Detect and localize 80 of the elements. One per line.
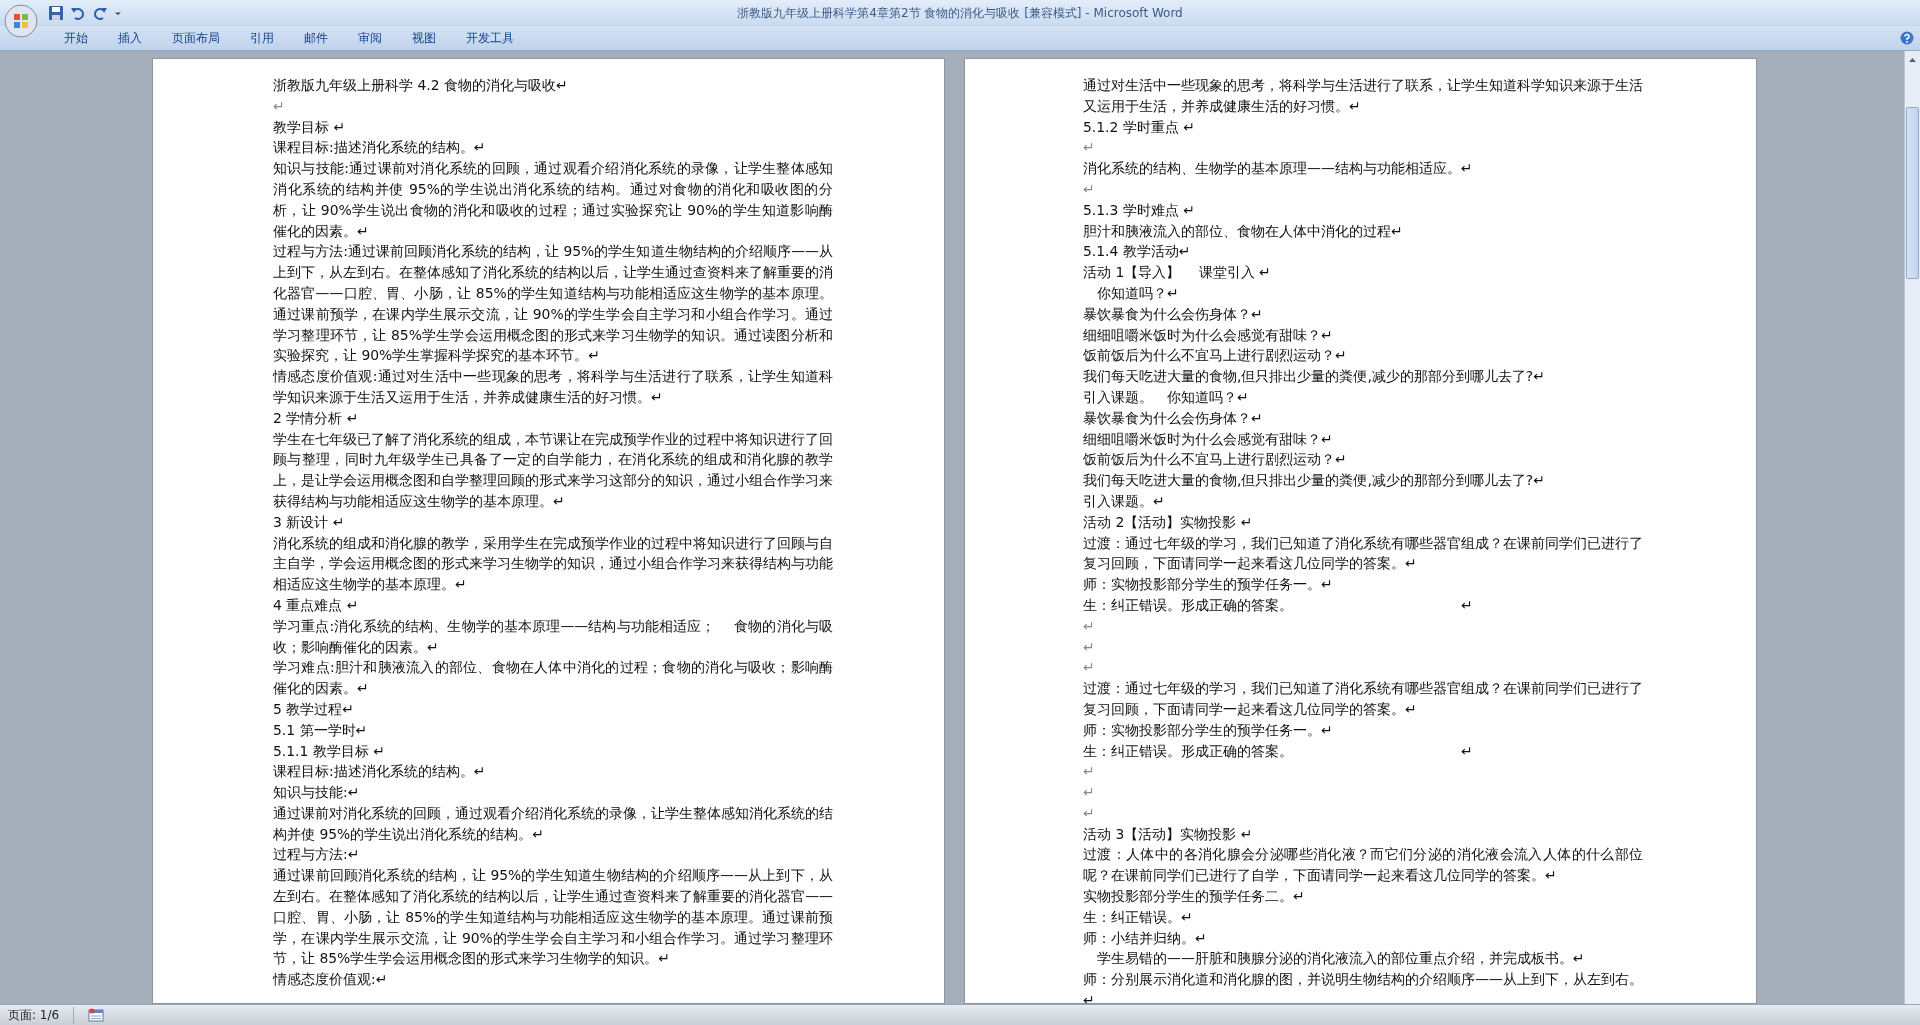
paragraph-text: 消化系统的结构、生物学的基本原理——结构与功能相适应。↵ (1083, 159, 1474, 179)
paragraph-text: 课程目标:描述消化系统的结构。↵ (273, 138, 487, 158)
paragraph-mark: ↵ (1083, 138, 1096, 158)
paragraph-text: 课程目标:描述消化系统的结构。↵ (273, 762, 487, 782)
paragraph-text: 知识与技能:↵ (273, 783, 361, 803)
ribbon-tab[interactable]: 开始 (52, 27, 100, 49)
paragraph-text: 暴饮暴食为什么会伤身体？↵ (1083, 408, 1264, 428)
paragraph-text: 5.1.4 教学活动↵ (1083, 242, 1192, 262)
paragraph-text: 过渡：通过七年级的学习，我们已知道了消化系统有哪些器官组成？在课前同学们已进行了复习回顾，下面请同学一起来看这几位同学的答案。↵ (1083, 533, 1643, 574)
document-icon[interactable] (88, 1008, 105, 1022)
paragraph-text: 暴饮暴食为什么会伤身体？↵ (1083, 304, 1264, 324)
paragraph-text: 实物投影部分学生的预学任务二。↵ (1083, 887, 1306, 907)
paragraph-text: 生：纠正错误。形成正确的答案。 ↵ (1083, 595, 1474, 615)
paragraph-text: 饭前饭后为什么不宜马上进行剧烈运动？↵ (1083, 346, 1348, 366)
paragraph-text: 通过对生活中一些现象的思考，将科学与生活进行了联系，让学生知道科学知识来源于生活又运用于生活，并养成健康生活的好习惯。↵ (1083, 76, 1643, 116)
ribbon-tab[interactable]: 视图 (400, 27, 448, 49)
undo-icon[interactable] (70, 5, 86, 21)
paragraph-text: 过渡：通过七年级的学习，我们已知道了消化系统有哪些器官组成？在课前同学们已进行了复习回顾，下面请同学一起来看这几位同学的答案。↵ (1083, 679, 1643, 719)
ribbon-tab[interactable]: 邮件 (292, 27, 340, 49)
paragraph-text: 5.1.2 学时重点 ↵ (1083, 117, 1196, 137)
paragraph-text: 过渡：人体中的各消化腺会分泌哪些消化液？而它们分泌的消化液会流入人体的什么部位呢？在课前同学们已进行了自学，下面请同学一起来看这几位同学的答案。↵ (1083, 845, 1643, 886)
page-indicator[interactable]: 页面: 1/6 (0, 1006, 75, 1024)
paragraph-text: 2 学情分析 ↵ (273, 408, 360, 428)
paragraph-text: 5.1.1 教学目标 ↵ (273, 741, 386, 761)
paragraph-text: 浙教版九年级上册科学 4.2 食物的消化与吸收↵ (273, 76, 569, 95)
paragraph-text: 生：纠正错误。↵ (1083, 907, 1194, 927)
ribbon-tab[interactable]: 审阅 (346, 27, 394, 49)
paragraph-mark: ↵ (273, 96, 286, 116)
paragraph-text: 活动 1【导入】 课堂引入 ↵ (1083, 263, 1272, 283)
paragraph-text: 情感态度价值观:通过对生活中一些现象的思考，将科学与生活进行了联系，让学生知道科学知识来源于生活又运用于生活，并养成健康生活的好习惯。↵ (273, 367, 833, 407)
scroll-thumb[interactable] (1906, 107, 1919, 279)
paragraph-text: 师：小结并归纳。↵ (1083, 928, 1208, 948)
paragraph-text: 3 新设计 ↵ (273, 512, 346, 532)
paragraph-text: 5.1 第一学时↵ (273, 720, 369, 740)
ribbon-tab[interactable]: 页面布局 (160, 27, 232, 49)
window-title: 浙教版九年级上册科学第4章第2节 食物的消化与吸收 [兼容模式] - Microsoft Word (737, 5, 1183, 20)
paragraph-text: 活动 2【活动】实物投影 ↵ (1083, 512, 1254, 532)
paragraph-text: 师：分别展示消化道和消化腺的图，并说明生物结构的介绍顺序——从上到下，从左到右。↵ (1083, 970, 1643, 1004)
paragraph-mark: ↵ (1083, 637, 1096, 657)
help-icon[interactable] (1900, 31, 1914, 45)
paragraph-text: 通过课前回顾消化系统的结构，让 95%的学生知道生物结构的介绍顺序——从上到下，从左到右。在整体感知了消化系统的结构以后，让学生通过查资料来了解重要的消化器官——口腔、胃、小肠，让 85%的学生知道结构与功能相适应这生物学的基本原理。通过课前预学，在课内学生展示交流，让 90%的学生学会自主学习和小组合作学习。通过学习整理环节，让 85%学生学会运用概念图的形式来学习生物学的知识。↵ (273, 866, 833, 969)
paragraph-text: 师：实物投影部分学生的预学任务一。↵ (1083, 575, 1334, 595)
paragraph-text: 知识与技能:通过课前对消化系统的回顾，通过观看介绍消化系统的录像，让学生整体感知消化系统的结构并使 95%的学生说出消化系统的结构。通过对食物的消化和吸收图的分析，让 90%学生说出食物的消化和吸收的过程；通过实验探究让 90%的学生知道影响酶催化的因素。↵ (273, 159, 833, 241)
paragraph-text: 学习难点:胆汁和胰液流入的部位、食物在人体中消化的过程；食物的消化与吸收；影响酶催化的因素。↵ (273, 658, 833, 699)
paragraph-text: 你知道吗？↵ (1096, 283, 1180, 303)
paragraph-text: 细细咀嚼米饭时为什么会感觉有甜味？↵ (1083, 429, 1334, 449)
redo-icon[interactable] (92, 5, 108, 21)
paragraph-text: 教学目标 ↵ (273, 117, 347, 137)
paragraph-text: 学生易错的——肝脏和胰腺分泌的消化液流入的部位重点介绍，并完成板书。↵ (1096, 949, 1586, 969)
paragraph-mark: ↵ (1083, 180, 1096, 199)
vertical-scrollbar[interactable] (1904, 51, 1920, 1004)
ribbon-tab[interactable]: 插入 (106, 27, 154, 49)
paragraph-text: 学生在七年级已了解了消化系统的组成，本节课让在完成预学作业的过程中将知识进行了回顾与整理，同时九年级学生已具备了一定的自学能力，在消化系统的组成和消化腺的教学上，是让学会运用概念图和自学整理回顾的形式来学习这部分的知识，通过小组合作学习来获得结构与功能相适应这生物学的基本原理。↵ (273, 429, 833, 511)
paragraph-text: 5.1.3 学时难点 ↵ (1083, 200, 1196, 220)
save-icon[interactable] (48, 5, 64, 21)
paragraph-text: 引入课题。 你知道吗？↵ (1083, 387, 1250, 407)
paragraph-text: 消化系统的组成和消化腺的教学，采用学生在完成预学作业的过程中将知识进行了回顾与自主自学，学会运用概念图的形式来学习生物学的知识，通过小组合作学习来获得结构与功能相适应这生物学的基本原理。↵ (273, 533, 833, 595)
paragraph-text: 过程与方法:通过课前回顾消化系统的结构，让 95%的学生知道生物结构的介绍顺序——从上到下，从左到右。在整体感知了消化系统的结构以后，让学生通过查资料来了解重要的消化器官——口腔、胃、小肠，让 85%的学生知道结构与功能相适应这生物学的基本原理。通过课前预学，在课内学生展示交流，让 90%的学生学会自主学习和小组合作学习。通过学习整理环节，让 85%学生学会运用概念图的形式来学习生物学的知识。通过读图分析和实验探究，让 90%学生掌握科学探究的基本环节。↵ (273, 242, 833, 366)
paragraph-mark: ↵ (1083, 616, 1096, 636)
paragraph-text: 学习重点:消化系统的结构、生物学的基本原理——结构与功能相适应； 食物的消化与吸收；影响酶催化的因素。↵ (273, 616, 833, 657)
paragraph-text: 4 重点难点 ↵ (273, 595, 360, 615)
paragraph-text: 细细咀嚼米饭时为什么会感觉有甜味？↵ (1083, 325, 1334, 345)
paragraph-text: 饭前饭后为什么不宜马上进行剧烈运动？↵ (1083, 450, 1348, 470)
paragraph-text: 我们每天吃进大量的食物,但只排出少量的粪便,减少的那部分到哪儿去了?↵ (1083, 471, 1546, 491)
ribbon-tab[interactable]: 开发工具 (454, 27, 526, 49)
paragraph-mark: ↵ (1083, 658, 1096, 678)
paragraph-mark: ↵ (1083, 783, 1096, 803)
paragraph-text: 引入课题。↵ (1083, 491, 1166, 511)
paragraph-text: 生：纠正错误。形成正确的答案。 ↵ (1083, 741, 1474, 761)
paragraph-mark: ↵ (1083, 803, 1096, 823)
paragraph-text: 胆汁和胰液流入的部位、食物在人体中消化的过程↵ (1083, 221, 1404, 241)
paragraph-text: 通过课前对消化系统的回顾，通过观看介绍消化系统的录像，让学生整体感知消化系统的结构并使 95%的学生说出消化系统的结构。↵ (273, 803, 833, 844)
paragraph-text: 过程与方法:↵ (273, 845, 361, 865)
paragraph-text: 师：实物投影部分学生的预学任务一。↵ (1083, 720, 1334, 740)
paragraph-mark: ↵ (1083, 762, 1096, 782)
paragraph-text: 我们每天吃进大量的食物,但只排出少量的粪便,减少的那部分到哪儿去了?↵ (1083, 367, 1546, 387)
paragraph-text: 5 教学过程↵ (273, 699, 355, 719)
paragraph-text: 情感态度价值观:↵ (273, 970, 389, 990)
paragraph-text: 活动 3【活动】实物投影 ↵ (1083, 824, 1254, 844)
ribbon-tab[interactable]: 引用 (238, 27, 286, 49)
